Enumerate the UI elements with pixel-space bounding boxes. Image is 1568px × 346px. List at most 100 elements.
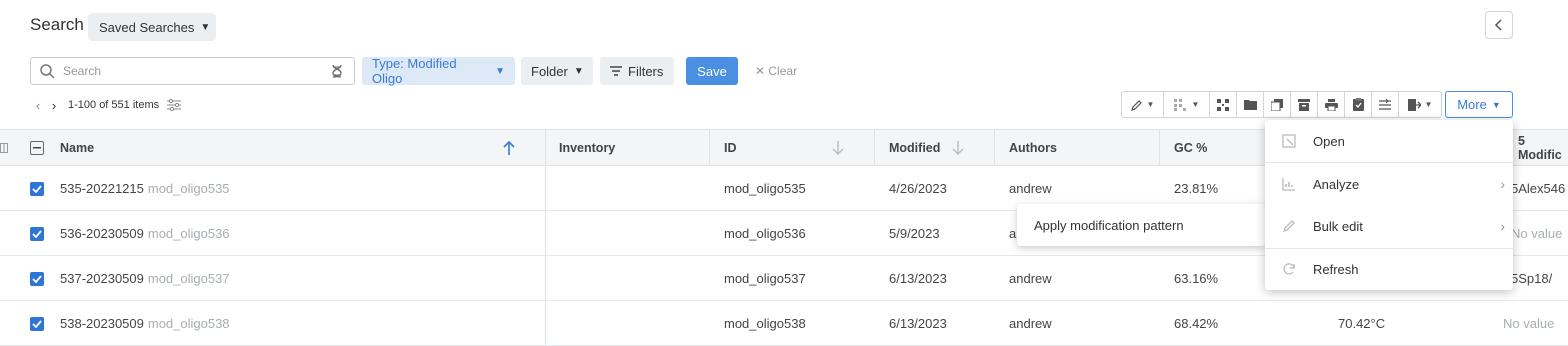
caret-down-icon: ▼ <box>1146 100 1155 109</box>
mod5-cell: No value <box>1511 226 1563 241</box>
filters-button[interactable]: Filters <box>600 57 674 85</box>
type-filter-chip[interactable]: Type: Modified Oligo ▼ <box>362 56 515 86</box>
archive-button[interactable] <box>1291 92 1318 117</box>
barcode-menu-button[interactable]: ▼ <box>1164 92 1210 117</box>
more-dropdown-menu: Open Analyze › Bulk edit › Refresh <box>1265 120 1513 290</box>
pagination: ‹ › 1-100 of 551 items <box>30 96 182 114</box>
search-icon <box>35 63 59 79</box>
grid-dots-icon <box>1173 98 1186 111</box>
column-header-modified[interactable]: Modified <box>889 130 940 166</box>
folder-filter-label: Folder <box>531 63 568 79</box>
caret-down-icon: ▼ <box>495 65 505 77</box>
column-settings-icon[interactable] <box>167 99 182 111</box>
menu-item-refresh[interactable]: Refresh <box>1265 249 1513 289</box>
name-cell[interactable]: 536-20230509 mod_oligo536 <box>60 211 230 256</box>
caret-down-icon: ▼ <box>1424 100 1433 109</box>
author-cell: andrew <box>1009 316 1052 331</box>
row-checkbox[interactable] <box>30 256 44 301</box>
compare-lines-icon <box>1379 98 1391 110</box>
apply-modification-pattern-item[interactable]: Apply modification pattern <box>1017 204 1265 246</box>
dna-search-icon[interactable] <box>326 64 348 78</box>
sort-ascending-icon[interactable] <box>502 140 516 156</box>
sort-descending-icon[interactable] <box>951 140 965 156</box>
row-checkbox[interactable] <box>30 166 44 211</box>
modified-cell: 6/13/2023 <box>889 316 947 331</box>
saved-searches-dropdown[interactable]: Saved Searches ▼ <box>88 13 216 41</box>
column-header-5-modification[interactable]: 5 Modific <box>1518 130 1568 166</box>
collapse-panel-button[interactable] <box>1485 11 1513 39</box>
open-icon <box>1281 133 1297 149</box>
chart-icon <box>1281 176 1297 192</box>
edit-menu-button[interactable]: ▼ <box>1122 92 1164 117</box>
menu-item-open[interactable]: Open <box>1265 121 1513 161</box>
register-barcode-button[interactable] <box>1210 92 1237 117</box>
next-page-icon[interactable]: › <box>46 98 62 113</box>
type-filter-label: Type: Modified Oligo <box>372 56 457 86</box>
name-cell[interactable]: 538-20230509 mod_oligo538 <box>60 301 230 346</box>
chevron-right-icon: › <box>1500 218 1505 234</box>
modified-cell: 5/9/2023 <box>889 226 940 241</box>
caret-down-icon: ▼ <box>573 65 584 77</box>
folder-filter-chip[interactable]: Folder ▼ <box>521 57 593 85</box>
author-cell: andrew <box>1009 271 1052 286</box>
modified-cell: 6/13/2023 <box>889 271 947 286</box>
row-checkbox[interactable] <box>30 211 44 256</box>
add-to-request-button[interactable] <box>1345 92 1372 117</box>
edit-icon <box>1130 99 1142 111</box>
id-cell: mod_oligo537 <box>724 271 806 286</box>
mod5-cell: 5Sp18/ <box>1511 271 1553 286</box>
compare-button[interactable] <box>1372 92 1399 117</box>
column-header-gc[interactable]: GC % <box>1174 130 1207 166</box>
folder-icon <box>1243 100 1257 110</box>
clear-button[interactable]: ✕ Clear <box>755 64 797 78</box>
table-row[interactable]: 538-20230509 mod_oligo538 mod_oligo538 6/… <box>0 301 1568 346</box>
column-divider <box>545 129 546 346</box>
gc-cell: 63.16% <box>1174 271 1219 286</box>
column-header-name[interactable]: Name <box>60 130 94 166</box>
menu-item-analyze[interactable]: Analyze › <box>1265 164 1513 204</box>
row-checkbox[interactable] <box>30 301 44 346</box>
mod5-cell: 5Alex546 <box>1511 181 1566 196</box>
caret-down-icon: ▼ <box>1491 99 1501 110</box>
sort-descending-icon[interactable] <box>831 140 845 156</box>
entity-subname: mod_oligo536 <box>147 226 230 241</box>
export-menu-button[interactable]: ▼ <box>1399 92 1441 117</box>
more-menu-button[interactable]: More ▼ <box>1445 91 1513 118</box>
column-header-inventory[interactable]: Inventory <box>559 130 615 166</box>
column-header-authors[interactable]: Authors <box>1009 130 1057 166</box>
column-resize-icon[interactable] <box>0 130 10 166</box>
more-label: More <box>1457 97 1487 112</box>
print-button[interactable] <box>1318 92 1345 117</box>
caret-down-icon: ▼ <box>200 21 211 33</box>
name-cell[interactable]: 535-20221215 mod_oligo535 <box>60 166 230 211</box>
chevron-right-icon: › <box>1500 176 1505 192</box>
menu-item-label: Analyze <box>1313 176 1360 192</box>
duplicate-button[interactable] <box>1264 92 1291 117</box>
gc-cell: 68.42% <box>1174 316 1219 331</box>
caret-down-icon: ▼ <box>1191 100 1200 109</box>
author-cell: a <box>1009 226 1017 241</box>
toolbar: ▼ ▼ ▼ <box>1121 91 1442 118</box>
barcode-scan-icon <box>1217 98 1229 111</box>
saved-searches-label: Saved Searches <box>99 19 195 35</box>
search-input[interactable] <box>59 64 326 78</box>
entity-subname: mod_oligo535 <box>147 181 230 196</box>
edit-icon <box>1281 218 1297 234</box>
search-field[interactable] <box>30 57 355 85</box>
copy-icon <box>1271 98 1283 111</box>
prev-page-icon[interactable]: ‹ <box>30 98 46 113</box>
id-cell: mod_oligo536 <box>724 226 806 241</box>
entity-name: 538-20230509 <box>60 316 144 331</box>
column-header-id[interactable]: ID <box>724 130 737 166</box>
close-icon: ✕ <box>755 64 769 78</box>
item-count: 1-100 of 551 items <box>68 99 160 111</box>
entity-subname: mod_oligo538 <box>147 316 230 331</box>
id-cell: mod_oligo535 <box>724 181 806 196</box>
filters-label: Filters <box>628 63 664 79</box>
id-cell: mod_oligo538 <box>724 316 806 331</box>
select-all-checkbox[interactable] <box>30 130 44 166</box>
name-cell[interactable]: 537-20230509 mod_oligo537 <box>60 256 230 301</box>
menu-item-bulk-edit[interactable]: Bulk edit › <box>1265 206 1513 246</box>
save-button[interactable]: Save <box>686 57 738 85</box>
move-to-folder-button[interactable] <box>1237 92 1264 117</box>
